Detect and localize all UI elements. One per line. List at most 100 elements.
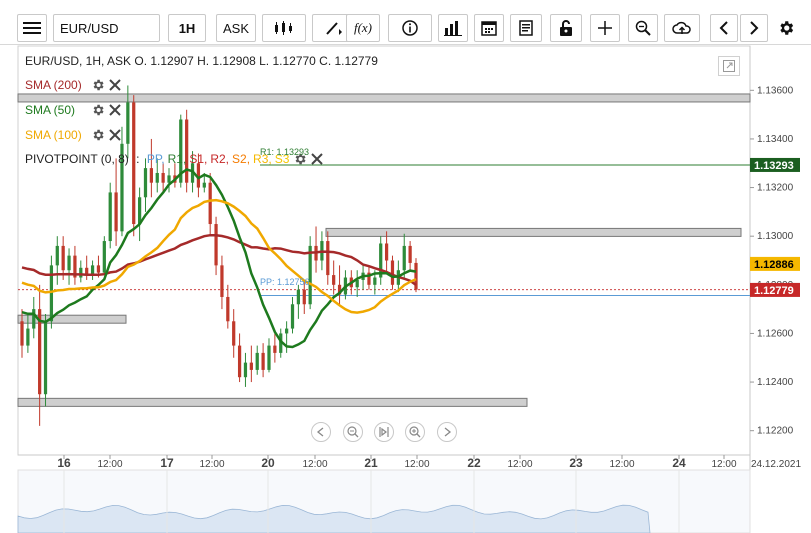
candle-body: [214, 224, 218, 266]
candle-body: [273, 345, 277, 353]
indicator-legend-row: SMA (100): [25, 128, 121, 142]
time-tick-label: 20: [261, 456, 275, 470]
candle-body: [384, 243, 389, 261]
candle-body: [332, 275, 336, 285]
price-tick-label: 1.13600: [757, 85, 794, 96]
ohlc-header: EUR/USD, 1H, ASK O. 1.12907 H. 1.12908 L…: [25, 54, 378, 68]
candle-body: [126, 102, 130, 144]
close-icon[interactable]: [109, 104, 121, 116]
expand-icon: [723, 60, 735, 72]
candle-body: [208, 182, 212, 225]
time-tick-label: 12:00: [609, 459, 634, 470]
candle-body: [55, 245, 59, 266]
support-resistance-zone: [17, 397, 528, 407]
candle-body: [32, 309, 36, 329]
triangle-right-icon: [444, 427, 452, 437]
price-badge-label: 1.12779: [754, 285, 794, 297]
candle-body: [285, 328, 289, 334]
candle-body: [96, 265, 101, 273]
candle-body: [61, 245, 65, 271]
price-tick-label: 1.12600: [757, 328, 794, 339]
candle-body: [255, 352, 259, 370]
candle-body: [108, 192, 112, 242]
time-tick-label: 21: [364, 456, 378, 470]
indicator-label: SMA (200): [25, 78, 82, 92]
time-tick-label: 16: [57, 456, 71, 470]
pivot-item-label: S2,: [232, 152, 251, 166]
scroll-left-button[interactable]: [311, 422, 331, 442]
close-icon[interactable]: [109, 79, 121, 91]
candle-body: [26, 328, 30, 346]
candle-body: [232, 321, 236, 346]
price-tick-label: 1.12200: [757, 426, 794, 437]
price-badge-label: 1.12886: [754, 259, 794, 271]
time-tick-label: 24: [672, 456, 686, 470]
zoom-in-button[interactable]: [405, 422, 425, 442]
indicator-label: SMA (50): [25, 103, 76, 117]
price-tick-label: 1.13200: [757, 183, 794, 194]
candle-body: [373, 277, 377, 285]
indicator-legend-row: SMA (200): [25, 78, 121, 92]
candle-body: [67, 255, 71, 271]
candle-body: [355, 279, 359, 288]
time-tick-label: 12:00: [404, 459, 429, 470]
candle-body: [261, 352, 265, 370]
candle-body: [155, 172, 159, 183]
gear-icon[interactable]: [91, 78, 105, 92]
candle-body: [220, 265, 224, 297]
candle-body: [20, 321, 24, 346]
price-tick-label: 1.13400: [757, 134, 794, 145]
close-icon[interactable]: [109, 129, 121, 141]
scroll-right-button[interactable]: [437, 422, 457, 442]
indicator-label: SMA (100): [25, 128, 82, 142]
price-chart[interactable]: 1.136001.134001.132001.130001.128001.126…: [0, 0, 811, 533]
candle-body: [408, 245, 412, 263]
gear-icon[interactable]: [91, 128, 105, 142]
candle-body: [143, 168, 148, 198]
indicator-legend-row: SMA (50): [25, 103, 121, 117]
candle-body: [202, 182, 206, 188]
candle-body: [226, 296, 230, 322]
candle-body: [302, 289, 306, 305]
time-tick-label: 12:00: [711, 459, 736, 470]
zoom-out-icon: [347, 426, 359, 438]
triangle-left-icon: [316, 427, 324, 437]
reset-button[interactable]: [374, 422, 394, 442]
zoom-in-icon: [409, 426, 421, 438]
candle-body: [249, 362, 253, 370]
close-icon[interactable]: [311, 153, 324, 165]
support-resistance-zone: [325, 227, 742, 237]
candle-body: [79, 267, 83, 278]
candle-body: [43, 321, 48, 395]
pivot-item-label: S1,: [189, 152, 208, 166]
time-tick-label: 12:00: [199, 459, 224, 470]
time-tick-label: 24.12.2021: [751, 459, 801, 470]
candle-body: [137, 197, 142, 225]
candle-body: [149, 168, 153, 183]
time-tick-label: 23: [569, 456, 583, 470]
candle-body: [390, 260, 395, 285]
candle-body: [267, 345, 271, 370]
pp-label: PP: 1.12756: [260, 277, 310, 287]
time-tick-label: 12:00: [302, 459, 327, 470]
time-tick-label: 12:00: [507, 459, 532, 470]
time-tick-label: 12:00: [97, 459, 122, 470]
pivot-sep: :: [132, 152, 143, 166]
expand-button[interactable]: [718, 56, 740, 76]
gear-icon[interactable]: [91, 103, 105, 117]
candle-body: [167, 175, 171, 183]
candle-body: [308, 245, 312, 305]
price-badge-label: 1.13293: [754, 160, 794, 172]
pivot-prefix: PIVOTPOINT (0, 8): [25, 152, 129, 166]
pivot-item-label: PP,: [146, 152, 165, 166]
candle-body: [290, 304, 295, 329]
pivot-item-label: R1,: [167, 152, 187, 166]
candle-body: [161, 172, 165, 183]
candle-body: [243, 362, 248, 378]
candle-body: [102, 241, 106, 273]
zoom-out-button[interactable]: [343, 422, 363, 442]
candle-body: [326, 241, 330, 276]
candle-body: [114, 192, 118, 232]
price-tick-label: 1.13000: [757, 231, 794, 242]
pivot-item-label: R2,: [210, 152, 230, 166]
